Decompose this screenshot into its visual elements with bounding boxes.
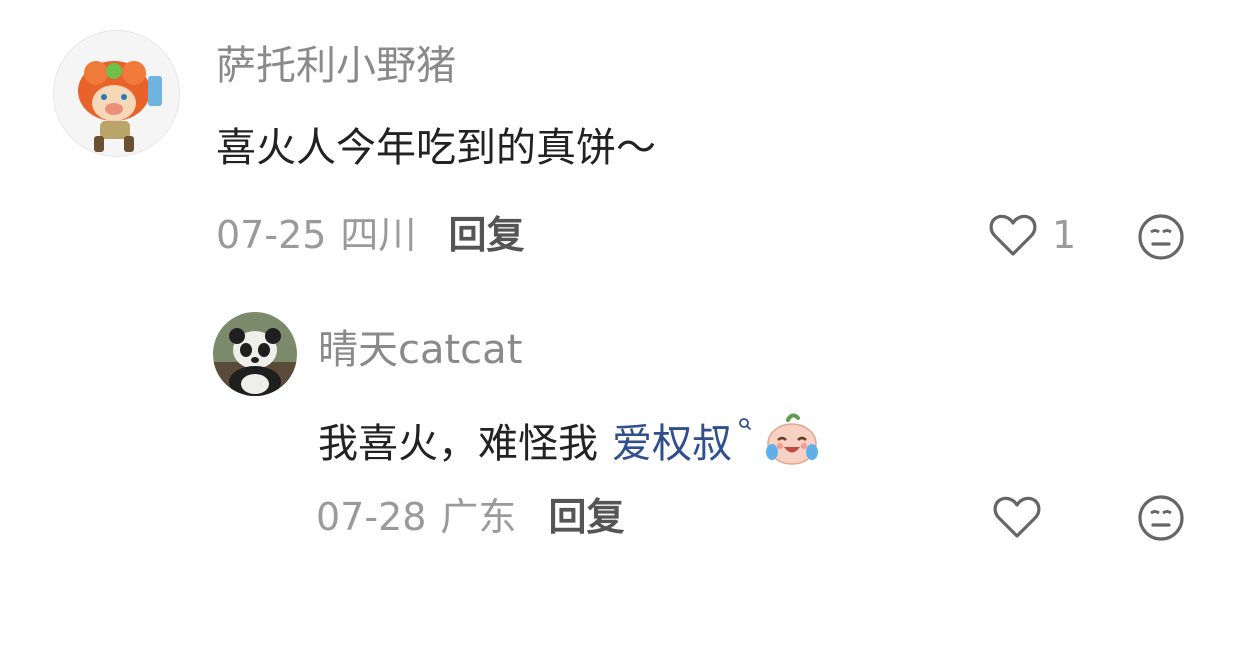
- reply-button[interactable]: 回复: [448, 216, 524, 254]
- comment-item: 萨托利小野猪 喜火人今年吃到的真饼～ 07-25 四川 回复 1: [0, 0, 1260, 290]
- like-button[interactable]: [992, 494, 1042, 540]
- comment-text-body: 喜火人今年吃到的真饼～: [216, 125, 656, 171]
- avatar[interactable]: [53, 30, 180, 157]
- like-count: 1: [1052, 213, 1077, 257]
- reply-item: 晴天catcat 我喜火，难怪我 爱权叔 07-28 广东 回复: [0, 290, 1260, 580]
- dislike-button[interactable]: [1137, 213, 1185, 265]
- avatar[interactable]: [213, 312, 297, 396]
- reply-location: 广东: [440, 495, 517, 539]
- heart-icon: [993, 496, 1041, 538]
- reply-date: 07-28: [316, 495, 427, 539]
- comment-date: 07-25: [216, 213, 327, 257]
- reply-text: 我喜火，难怪我 爱权叔: [318, 412, 820, 475]
- reply-meta: 07-28 广东 回复: [316, 498, 624, 536]
- comment-text: 喜火人今年吃到的真饼～: [216, 128, 656, 168]
- reply-text-body: 我喜火，难怪我: [318, 420, 598, 467]
- neutral-face-icon: [1138, 214, 1184, 260]
- mention-link[interactable]: 爱权叔: [612, 424, 732, 464]
- heart-icon: [989, 214, 1037, 256]
- neutral-face-icon: [1138, 495, 1184, 541]
- like-button[interactable]: 1: [988, 212, 1076, 258]
- crying-laughing-emoji-icon: [764, 412, 820, 475]
- search-icon[interactable]: [738, 414, 752, 434]
- reply-button[interactable]: 回复: [548, 498, 624, 536]
- reply-username[interactable]: 晴天catcat: [318, 330, 522, 370]
- comment-location: 四川: [340, 213, 417, 257]
- comment-username[interactable]: 萨托利小野猪: [216, 46, 456, 86]
- dislike-button[interactable]: [1137, 494, 1185, 546]
- comment-meta: 07-25 四川 回复: [216, 216, 524, 254]
